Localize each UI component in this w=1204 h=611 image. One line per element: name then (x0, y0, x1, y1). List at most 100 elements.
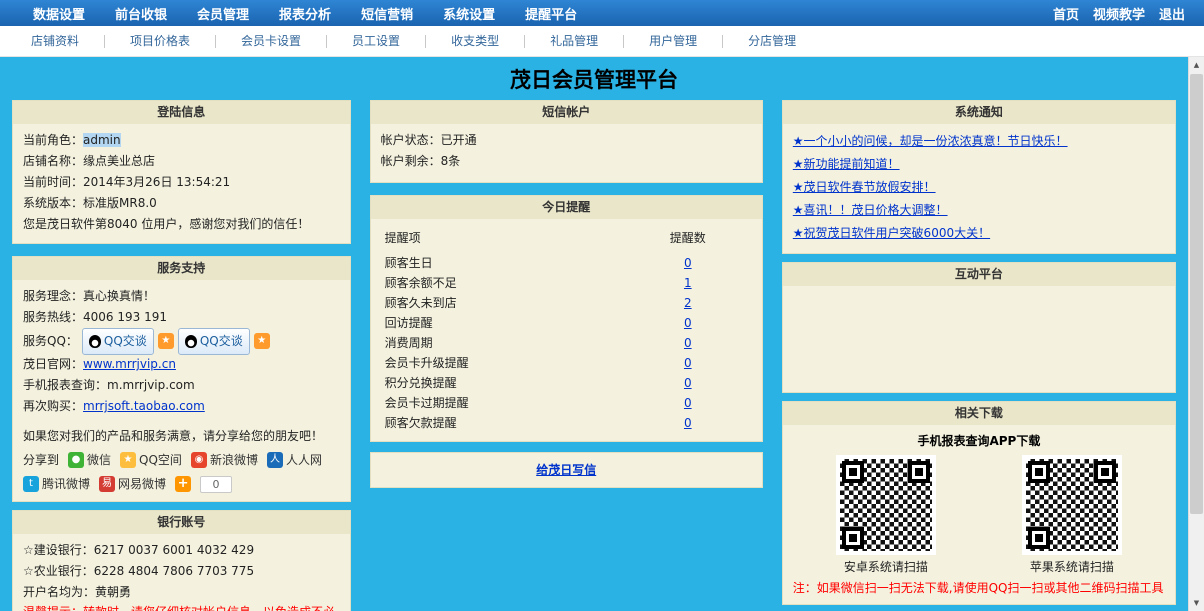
sms-account-title: 短信帐户 (371, 101, 762, 124)
qq-chat-button-2[interactable]: QQ交谈 (178, 328, 250, 355)
qq-chat-button-1[interactable]: QQ交谈 (82, 328, 154, 355)
system-notice-panel: 系统通知 ★一个小小的问候，却是一份浓浓真意！节日快乐！ ★新功能提前知道！ ★… (782, 100, 1176, 254)
service-qq-label: 服务QQ： (23, 331, 78, 352)
renren-icon: 人 (267, 452, 283, 468)
reminder-row-follow-up: 回访提醒 0 (381, 313, 752, 333)
qq-verified-icon: ★ (158, 333, 174, 349)
share-sina-weibo-label: 新浪微博 (210, 451, 258, 469)
reminder-count-link[interactable]: 0 (684, 316, 692, 330)
top-nav-logout[interactable]: 退出 (1152, 4, 1192, 23)
mobile-report-label: 手机报表查询： (23, 378, 107, 392)
system-notice-title: 系统通知 (783, 101, 1175, 124)
top-nav-item-data-settings[interactable]: 数据设置 (18, 4, 100, 23)
middle-column: 短信帐户 帐户状态：已开通 帐户剩余：8条 今日提醒 提醒项 提醒数 顾客生日 0… (370, 100, 763, 488)
share-qzone-label: QQ空间 (139, 451, 182, 469)
share-more-icon[interactable]: + (175, 476, 191, 492)
reminder-label: 顾客余额不足 (385, 273, 628, 293)
vertical-scrollbar[interactable]: ▲ ▼ (1188, 57, 1204, 611)
top-nav-item-reminder-platform[interactable]: 提醒平台 (510, 4, 592, 23)
qr-code-row: 安卓系统请扫描 苹果系统请扫描 (793, 455, 1165, 576)
qq-penguin-icon (89, 335, 101, 348)
login-info-title: 登陆信息 (13, 101, 350, 124)
reminder-label: 顾客生日 (385, 253, 628, 273)
scrollbar-thumb[interactable] (1190, 74, 1203, 514)
reminder-row-card-upgrade: 会员卡升级提醒 0 (381, 353, 752, 373)
notice-link-1[interactable]: ★一个小小的问候，却是一份浓浓真意！节日快乐！ (793, 134, 1068, 148)
reminder-row-low-balance: 顾客余额不足 1 (381, 273, 752, 293)
reminder-count-link[interactable]: 0 (684, 256, 692, 270)
share-netease-weibo[interactable]: 易网易微博 (99, 475, 166, 493)
sub-nav-item-income-expense-types[interactable]: 收支类型 (425, 35, 524, 48)
reminder-count-link[interactable]: 0 (684, 336, 692, 350)
current-time: 当前时间：2014年3月26日 13:54:21 (23, 172, 340, 193)
share-renren-label: 人人网 (286, 451, 322, 469)
right-column: 系统通知 ★一个小小的问候，却是一份浓浓真意！节日快乐！ ★新功能提前知道！ ★… (782, 100, 1176, 605)
page-title: 茂日会员管理平台 (0, 57, 1188, 100)
notice-link-3[interactable]: ★茂日软件春节放假安排！ (793, 180, 936, 194)
sms-account-panel: 短信帐户 帐户状态：已开通 帐户剩余：8条 (370, 100, 763, 183)
reminder-count-link[interactable]: 1 (684, 276, 692, 290)
reminder-label: 回访提醒 (385, 313, 628, 333)
official-site-link[interactable]: www.mrrjvip.cn (83, 357, 176, 371)
share-to-label: 分享到 (23, 451, 59, 469)
qq-penguin-icon (185, 335, 197, 348)
ios-qr-caption: 苹果系统请扫描 (1030, 558, 1114, 576)
mobile-report-row: 手机报表查询：m.mrrjvip.com (23, 375, 340, 396)
reminder-count-link[interactable]: 0 (684, 376, 692, 390)
share-tencent-weibo[interactable]: t腾讯微博 (23, 475, 90, 493)
share-netease-weibo-label: 网易微博 (118, 475, 166, 493)
write-letter-link[interactable]: 给茂日写信 (536, 461, 596, 478)
share-renren[interactable]: 人人人网 (267, 451, 322, 469)
official-site-label: 茂日官网： (23, 357, 83, 371)
sub-nav-item-branch-management[interactable]: 分店管理 (722, 35, 821, 48)
share-qzone[interactable]: ★QQ空间 (120, 451, 182, 469)
downloads-panel: 相关下载 手机报表查询APP下载 安卓系统请扫描 苹果系统请扫描 注：如果微信 (782, 401, 1176, 605)
reminder-label: 顾客欠款提醒 (385, 413, 628, 433)
buy-again-label: 再次购买： (23, 399, 83, 413)
left-column: 登陆信息 当前角色：admin 店铺名称：缘点美业总店 当前时间：2014年3月… (12, 100, 351, 611)
service-support-panel: 服务支持 服务理念：真心换真情！ 服务热线：4006 193 191 服务QQ：… (12, 256, 351, 502)
sub-nav-item-gift-management[interactable]: 礼品管理 (524, 35, 623, 48)
tencent-weibo-icon: t (23, 476, 39, 492)
reminder-label: 积分兑换提醒 (385, 373, 628, 393)
scroll-down-arrow[interactable]: ▼ (1189, 595, 1204, 611)
top-nav-item-front-desk-cashier[interactable]: 前台收银 (100, 4, 182, 23)
mobile-report-url: m.mrrjvip.com (107, 378, 195, 392)
sub-nav-item-shop-info[interactable]: 店铺资料 (6, 35, 104, 48)
notice-link-5[interactable]: ★祝贺茂日软件用户突破6000大关！ (793, 226, 990, 240)
reminder-header-row: 提醒项 提醒数 (381, 225, 752, 251)
reminder-row-customer-birthday: 顾客生日 0 (381, 253, 752, 273)
reminder-label: 顾客久未到店 (385, 293, 628, 313)
today-reminders-title: 今日提醒 (371, 196, 762, 219)
buy-again-link[interactable]: mrrjsoft.taobao.com (83, 399, 205, 413)
interactive-platform-title: 互动平台 (783, 263, 1175, 286)
sub-nav-item-user-management[interactable]: 用户管理 (623, 35, 722, 48)
reminder-row-long-absence: 顾客久未到店 2 (381, 293, 752, 313)
top-nav-item-sms-marketing[interactable]: 短信营销 (346, 4, 428, 23)
reminder-count-link[interactable]: 0 (684, 416, 692, 430)
reminder-label: 会员卡升级提醒 (385, 353, 628, 373)
bank-construction: ☆建设银行：6217 0037 6001 4032 429 (23, 540, 340, 561)
top-nav-video-tutorial[interactable]: 视频教学 (1086, 4, 1152, 23)
sms-account-balance: 帐户剩余：8条 (381, 151, 752, 172)
notice-link-4[interactable]: ★喜讯！！茂日价格大调整！ (793, 203, 948, 217)
sub-nav-item-member-card-settings[interactable]: 会员卡设置 (215, 35, 326, 48)
shop-name: 店铺名称：缘点美业总店 (23, 151, 340, 172)
scroll-up-arrow[interactable]: ▲ (1189, 57, 1204, 73)
share-sina-weibo[interactable]: ◉新浪微博 (191, 451, 258, 469)
app-download-subtitle: 手机报表查询APP下载 (793, 431, 1165, 451)
reminder-count-link[interactable]: 0 (684, 356, 692, 370)
sub-nav-item-price-list[interactable]: 项目价格表 (104, 35, 215, 48)
notice-link-2[interactable]: ★新功能提前知道！ (793, 157, 900, 171)
top-nav-item-system-settings[interactable]: 系统设置 (428, 4, 510, 23)
top-nav-item-report-analysis[interactable]: 报表分析 (264, 4, 346, 23)
current-role-label: 当前角色： (23, 133, 83, 147)
reminder-count-link[interactable]: 0 (684, 396, 692, 410)
top-nav-item-member-management[interactable]: 会员管理 (182, 4, 264, 23)
share-row-1: 分享到 ●微信 ★QQ空间 ◉新浪微博 人人人网 (23, 451, 340, 469)
sub-nav-item-staff-settings[interactable]: 员工设置 (326, 35, 425, 48)
top-nav-home[interactable]: 首页 (1046, 4, 1086, 23)
reminder-count-link[interactable]: 2 (684, 296, 692, 310)
share-wechat[interactable]: ●微信 (68, 451, 111, 469)
service-qq-row: 服务QQ： QQ交谈 ★ QQ交谈 ★ (23, 328, 340, 354)
